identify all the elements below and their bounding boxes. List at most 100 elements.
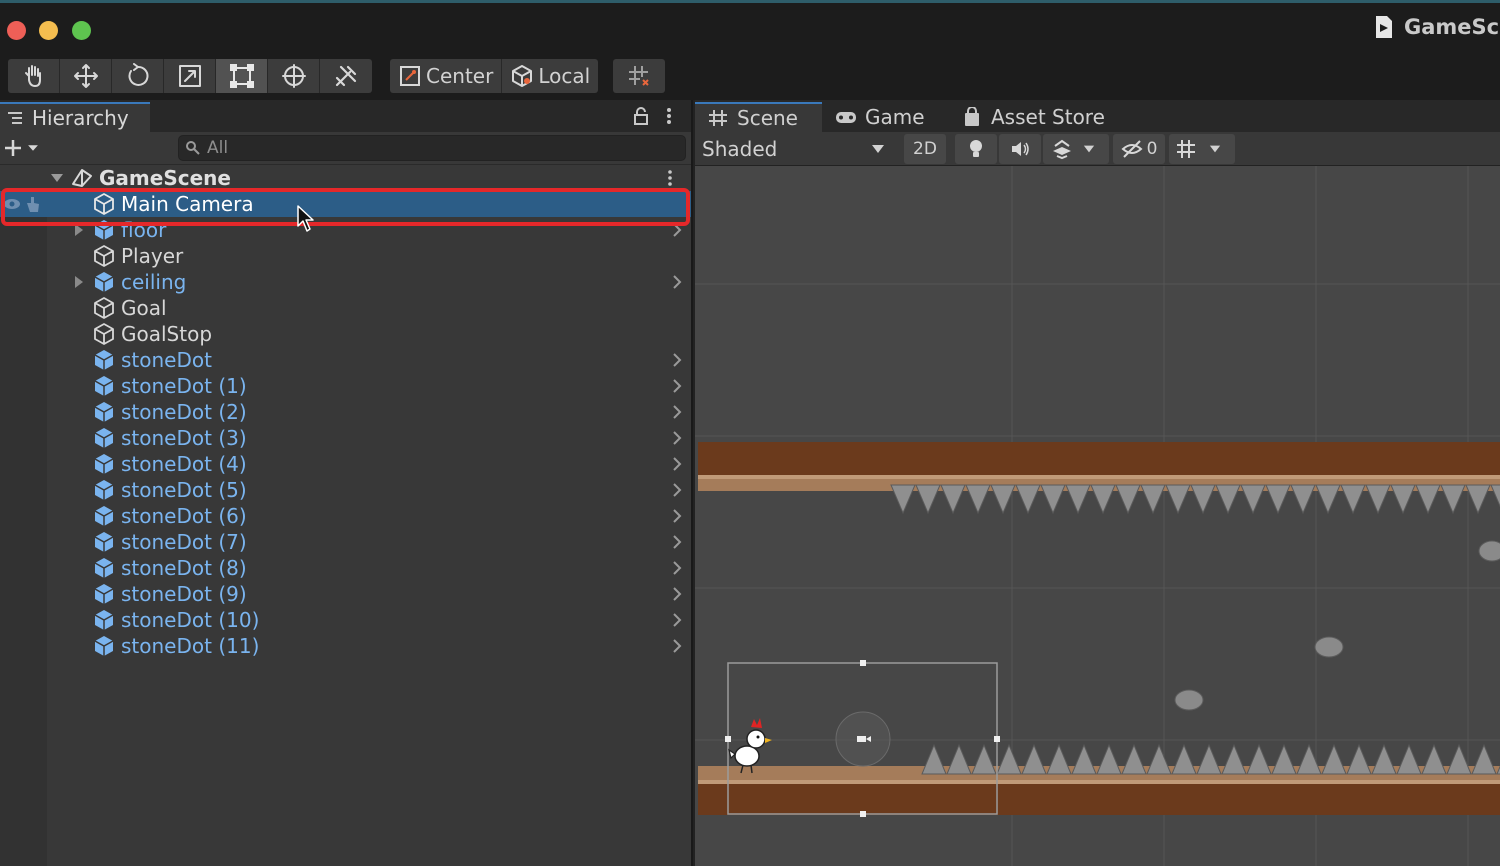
rect-tool-button[interactable]	[216, 59, 268, 93]
stone-dot-sprite[interactable]	[1174, 689, 1204, 711]
scene-kebab-menu-icon[interactable]	[663, 169, 677, 187]
prefab-cube-icon	[94, 610, 114, 630]
prefab-open-chevron-icon[interactable]	[670, 586, 684, 602]
hierarchy-item-label: ceiling	[121, 270, 187, 294]
hierarchy-row-stonedot-1[interactable]: stoneDot (1)	[0, 373, 691, 399]
minimize-window-button[interactable]	[39, 21, 58, 40]
hierarchy-item-label: stoneDot (8)	[121, 556, 247, 580]
expand-arrow-icon[interactable]	[72, 223, 86, 237]
floor-spike	[1246, 743, 1272, 775]
hierarchy-row-stonedot-7[interactable]: stoneDot (7)	[0, 529, 691, 555]
hierarchy-item-label: stoneDot (9)	[121, 582, 247, 606]
prefab-cube-icon	[94, 272, 114, 292]
prefab-open-chevron-icon[interactable]	[670, 482, 684, 498]
custom-tool-button[interactable]	[320, 59, 372, 93]
rotate-tool-button[interactable]	[112, 59, 164, 93]
hierarchy-row-stonedot-6[interactable]: stoneDot (6)	[0, 503, 691, 529]
prefab-open-chevron-icon[interactable]	[670, 456, 684, 472]
ceiling-spike	[915, 484, 941, 515]
hand-tool-button[interactable]	[8, 59, 60, 93]
toggle-2d-button[interactable]: 2D	[904, 134, 946, 164]
floor-spike	[996, 743, 1022, 775]
prefab-open-chevron-icon[interactable]	[670, 404, 684, 420]
hierarchy-item-label: floor	[121, 218, 167, 242]
dropdown-arrow-icon	[872, 145, 884, 153]
expand-arrow-icon[interactable]	[50, 171, 64, 185]
scene-root-row[interactable]: GameScene	[0, 165, 691, 191]
close-window-button[interactable]	[7, 21, 26, 40]
pickable-hand-icon[interactable]	[24, 195, 42, 213]
tab-game[interactable]: Game	[823, 102, 943, 132]
floor-spike	[1346, 743, 1372, 775]
scene-canvas[interactable]	[695, 166, 1500, 866]
maximize-window-button[interactable]	[72, 21, 91, 40]
hierarchy-search-box[interactable]	[178, 135, 686, 161]
lighting-toggle-button[interactable]	[955, 134, 997, 164]
search-input[interactable]	[207, 136, 677, 160]
hierarchy-row-stonedot-8[interactable]: stoneDot (8)	[0, 555, 691, 581]
tab-asset-store[interactable]: Asset Store	[949, 102, 1109, 132]
floor-sprite[interactable]	[698, 743, 1500, 815]
prefab-open-chevron-icon[interactable]	[670, 274, 684, 290]
hierarchy-row-goal[interactable]: Goal	[0, 295, 691, 321]
floor-spike	[1321, 743, 1347, 775]
prefab-open-chevron-icon[interactable]	[670, 222, 684, 238]
grid-toggle-icon	[1177, 140, 1195, 158]
ceiling-sprite[interactable]	[698, 442, 1500, 515]
pivot-mode-toggle[interactable]: Center	[390, 59, 503, 93]
scene-viewport[interactable]	[695, 166, 1500, 866]
transform-tool-button[interactable]	[268, 59, 320, 93]
hierarchy-row-stonedot-10[interactable]: stoneDot (10)	[0, 607, 691, 633]
hierarchy-row-ceiling[interactable]: ceiling	[0, 269, 691, 295]
hierarchy-row-stonedot-11[interactable]: stoneDot (11)	[0, 633, 691, 659]
effects-dropdown[interactable]	[1043, 134, 1109, 164]
floor-spike	[1146, 743, 1172, 775]
tab-scene[interactable]: Scene	[695, 102, 822, 132]
shading-mode-dropdown[interactable]: Shaded	[695, 134, 895, 164]
hidden-objects-toggle[interactable]: 0	[1113, 134, 1165, 164]
audio-toggle-button[interactable]	[999, 134, 1041, 164]
stone-dot-sprite[interactable]	[1314, 636, 1344, 658]
kebab-menu-icon[interactable]	[660, 106, 678, 126]
hierarchy-row-stonedot-4[interactable]: stoneDot (4)	[0, 451, 691, 477]
stone-dot-sprite[interactable]	[1478, 540, 1500, 562]
prefab-open-chevron-icon[interactable]	[670, 430, 684, 446]
move-tool-button[interactable]	[60, 59, 112, 93]
ceiling-spike	[1140, 484, 1166, 515]
prefab-open-chevron-icon[interactable]	[670, 560, 684, 576]
prefab-open-chevron-icon[interactable]	[670, 534, 684, 550]
hierarchy-row-stonedot-2[interactable]: stoneDot (2)	[0, 399, 691, 425]
tab-hierarchy[interactable]: Hierarchy	[0, 102, 150, 132]
prefab-cube-icon	[94, 636, 114, 656]
hierarchy-row-stonedot-3[interactable]: stoneDot (3)	[0, 425, 691, 451]
prefab-open-chevron-icon[interactable]	[670, 612, 684, 628]
lock-icon[interactable]	[632, 106, 650, 126]
visibility-eye-icon[interactable]	[3, 197, 21, 211]
scale-tool-button[interactable]	[164, 59, 216, 93]
hierarchy-row-player[interactable]: Player	[0, 243, 691, 269]
scale-icon	[178, 65, 201, 87]
hierarchy-row-floor[interactable]: floor	[0, 217, 691, 243]
prefab-open-chevron-icon[interactable]	[670, 352, 684, 368]
hierarchy-row-stonedot-9[interactable]: stoneDot (9)	[0, 581, 691, 607]
pivot-rotation-toggle[interactable]: Local	[502, 59, 598, 93]
ceiling-spike	[1340, 484, 1366, 515]
prefab-open-chevron-icon[interactable]	[670, 638, 684, 654]
hierarchy-row-stonedot[interactable]: stoneDot	[0, 347, 691, 373]
dropdown-arrow-icon	[1083, 145, 1095, 153]
add-object-button[interactable]	[3, 136, 47, 160]
grid-snap-button[interactable]	[613, 59, 665, 93]
hierarchy-row-goalstop[interactable]: GoalStop	[0, 321, 691, 347]
prefab-open-chevron-icon[interactable]	[670, 508, 684, 524]
grid-visibility-dropdown[interactable]	[1169, 134, 1235, 164]
gameobject-cube-icon	[94, 193, 114, 215]
ceiling-spike	[1090, 484, 1116, 515]
tab-scene-label: Scene	[737, 106, 798, 130]
hierarchy-row-main-camera[interactable]: Main Camera	[0, 191, 691, 217]
unity-scene-icon	[1376, 16, 1392, 38]
prefab-cube-icon	[94, 376, 114, 396]
hierarchy-row-stonedot-5[interactable]: stoneDot (5)	[0, 477, 691, 503]
expand-arrow-icon[interactable]	[72, 275, 86, 289]
prefab-open-chevron-icon[interactable]	[670, 378, 684, 394]
player-chicken-sprite[interactable]	[728, 718, 772, 774]
